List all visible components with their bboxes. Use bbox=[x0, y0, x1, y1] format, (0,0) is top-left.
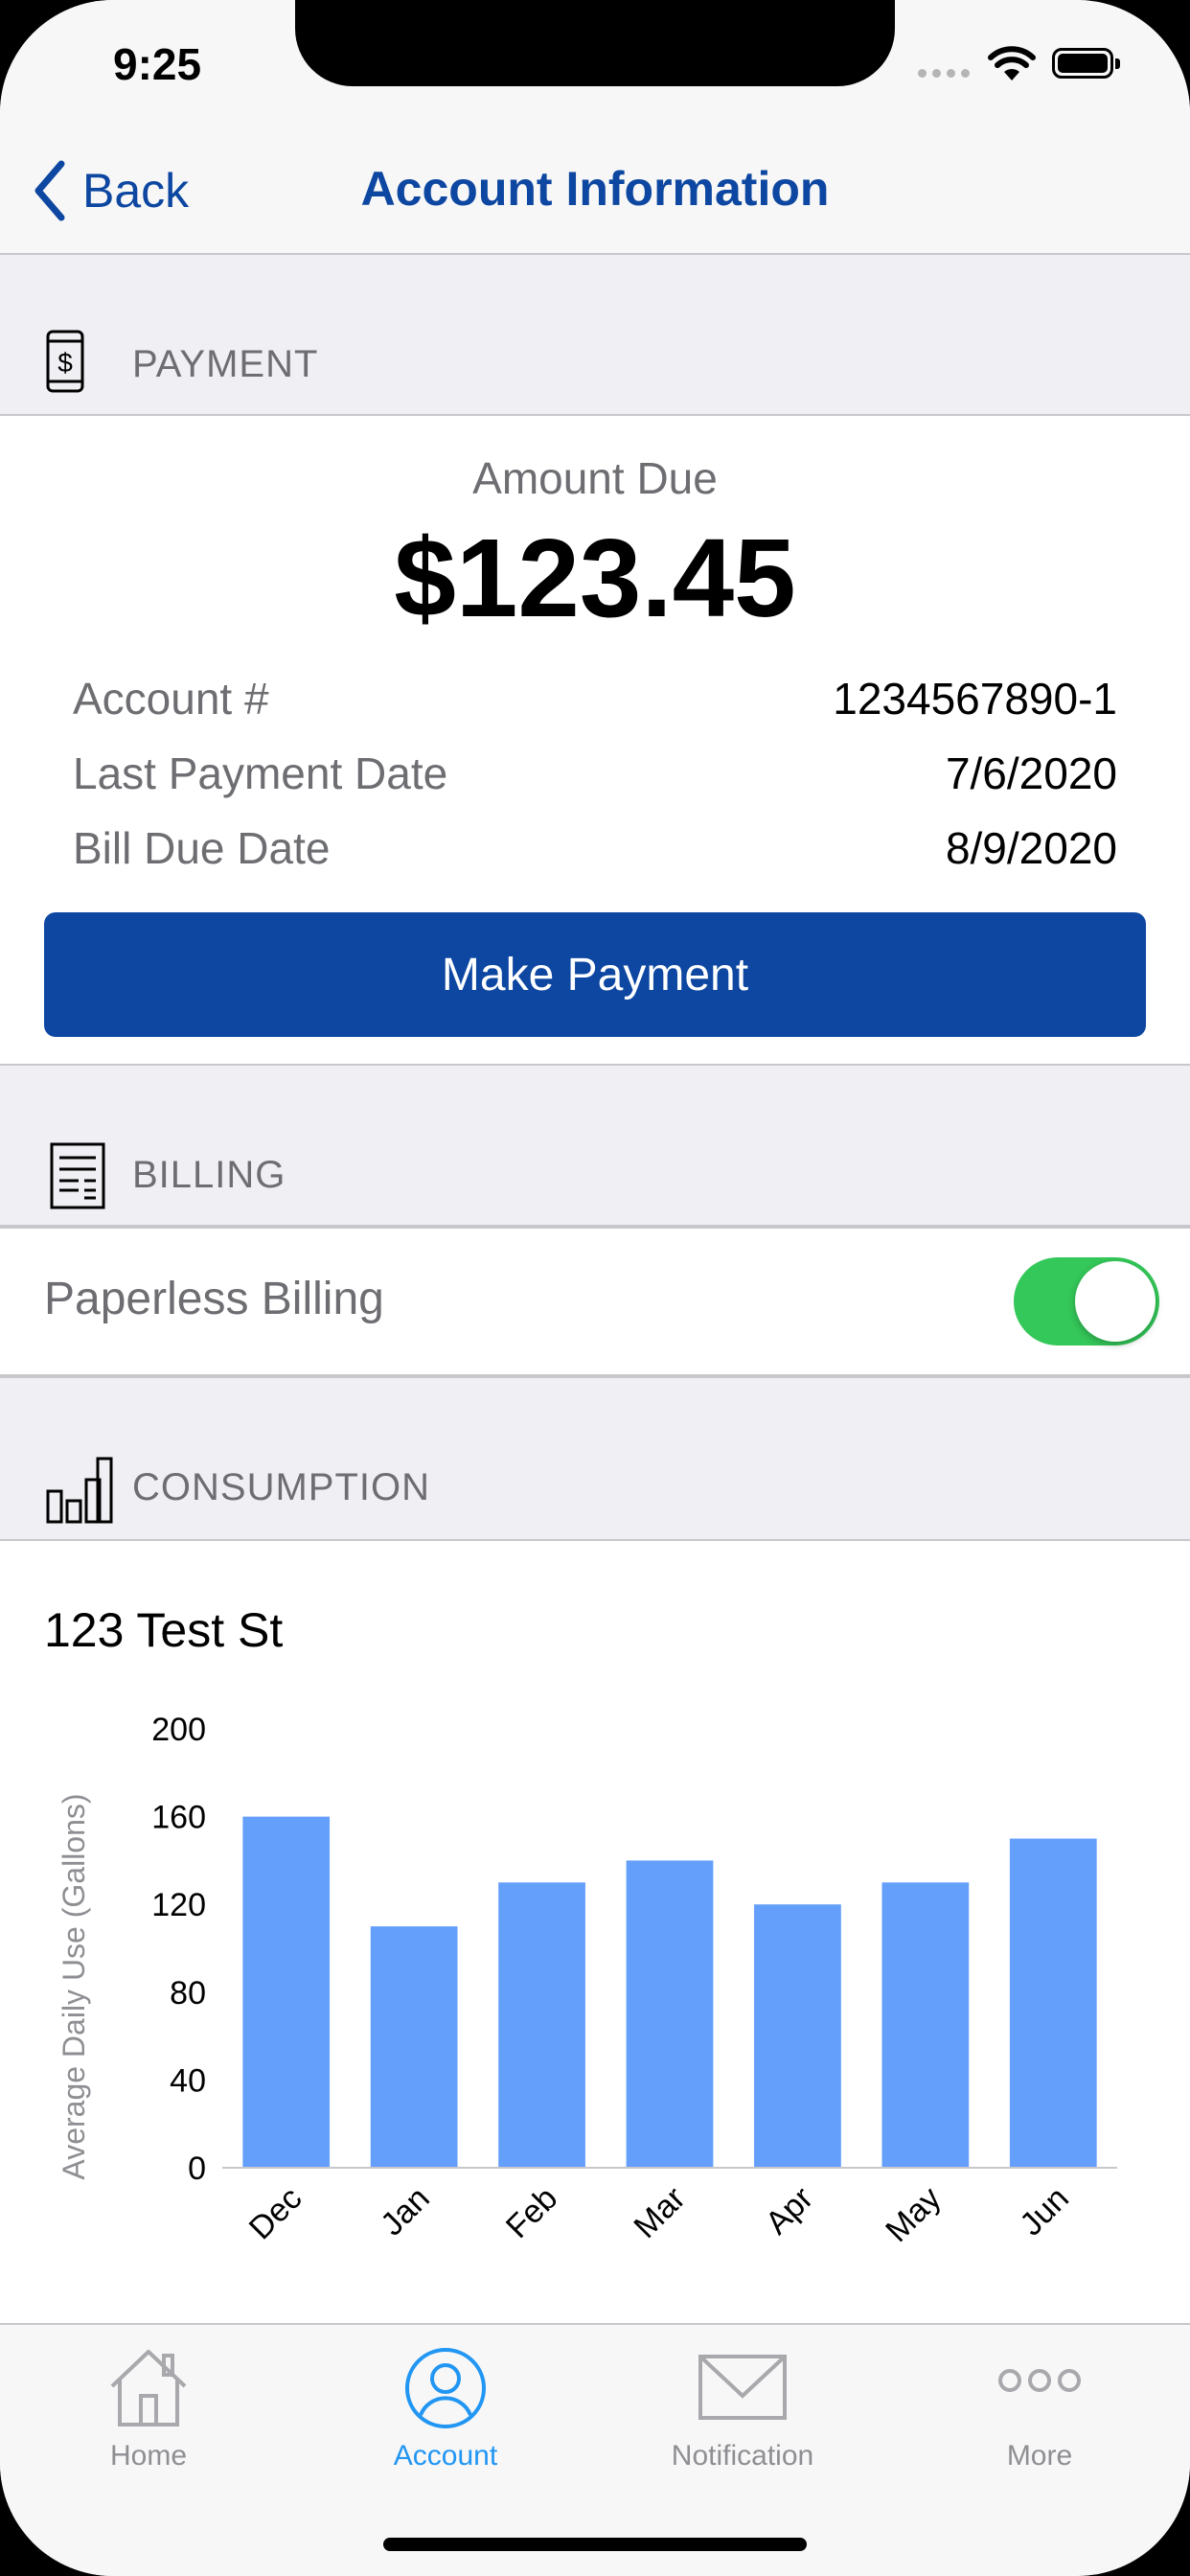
payment-section-label: PAYMENT bbox=[132, 343, 319, 385]
mobile-payment-icon: $ bbox=[46, 330, 84, 393]
bar bbox=[754, 1904, 841, 2168]
account-number-label: Account # bbox=[73, 674, 269, 724]
bar bbox=[242, 1816, 331, 2168]
y-tick-label: 200 bbox=[151, 1712, 206, 1748]
tab-label: Home bbox=[109, 2440, 188, 2472]
consumption-bar-chart: 0 40 80 120 160 200 Average Daily Use (Gallons… bbox=[57, 1712, 1117, 2249]
service-address: 123 Test St bbox=[44, 1603, 284, 1657]
toggle-knob bbox=[1075, 1261, 1156, 1342]
last-payment-date-label: Last Payment Date bbox=[73, 748, 448, 798]
navigation-bar: Back Account Information bbox=[0, 126, 1190, 255]
wifi-icon bbox=[988, 46, 1036, 80]
make-payment-button[interactable]: Make Payment bbox=[44, 912, 1146, 1037]
battery-icon bbox=[1052, 48, 1120, 79]
consumption-card: 123 Test St 0 40 80 120 160 200 Average Daily … bbox=[0, 1541, 1190, 2323]
bar-chart-icon bbox=[46, 1457, 113, 1524]
bar bbox=[1009, 1838, 1097, 2168]
consumption-section-label: CONSUMPTION bbox=[132, 1466, 430, 1508]
last-payment-date-value: 7/6/2020 bbox=[945, 748, 1117, 798]
y-tick-label: 80 bbox=[170, 1975, 206, 2012]
consumption-section-header: CONSUMPTION bbox=[0, 1378, 1190, 1539]
paperless-billing-row: Paperless Billing bbox=[0, 1229, 1190, 1374]
bar bbox=[626, 1860, 714, 2168]
bar bbox=[370, 1926, 458, 2168]
billing-section-header: BILLING bbox=[0, 1066, 1190, 1225]
x-tick-label: Jun bbox=[1013, 2180, 1076, 2243]
tab-account[interactable]: Account bbox=[297, 2325, 594, 2478]
bill-due-date-value: 8/9/2020 bbox=[945, 823, 1117, 873]
x-tick-label: May bbox=[879, 2180, 948, 2249]
bar bbox=[498, 1882, 585, 2168]
tab-label: More bbox=[1006, 2440, 1073, 2472]
tab-home[interactable]: Home bbox=[0, 2325, 297, 2478]
x-tick-label: Feb bbox=[499, 2180, 564, 2245]
page-title: Account Information bbox=[360, 162, 830, 216]
billing-section-label: BILLING bbox=[132, 1154, 286, 1196]
bill-document-icon bbox=[50, 1142, 105, 1209]
tab-more[interactable]: More bbox=[891, 2325, 1188, 2478]
svg-text:$: $ bbox=[57, 348, 73, 378]
status-time: 9:25 bbox=[113, 39, 202, 89]
amount-due-value: $123.45 bbox=[394, 516, 796, 640]
x-tick-label: Dec bbox=[242, 2180, 309, 2247]
account-icon bbox=[405, 2348, 486, 2428]
bar bbox=[881, 1882, 970, 2168]
x-tick-label: Jan bbox=[374, 2180, 437, 2243]
tab-notification[interactable]: Notification bbox=[594, 2325, 891, 2478]
paperless-billing-label: Paperless Billing bbox=[44, 1274, 384, 1324]
paperless-billing-toggle[interactable] bbox=[1014, 1257, 1159, 1346]
y-tick-label: 160 bbox=[151, 1800, 206, 1836]
payment-section-header: $ PAYMENT bbox=[0, 255, 1190, 414]
device-notch bbox=[295, 0, 895, 86]
envelope-icon bbox=[698, 2355, 787, 2420]
y-axis-label: Average Daily Use (Gallons) bbox=[57, 1793, 91, 2179]
tab-label: Notification bbox=[671, 2440, 814, 2472]
y-tick-label: 120 bbox=[151, 1887, 206, 1923]
tab-label: Account bbox=[393, 2440, 498, 2472]
home-icon bbox=[110, 2350, 187, 2426]
bill-due-date-label: Bill Due Date bbox=[73, 823, 331, 873]
app-screen: 9:25 Back Account Information $ PAYMENT bbox=[0, 0, 1190, 2576]
x-tick-label: Apr bbox=[759, 2180, 820, 2242]
y-tick-label: 40 bbox=[170, 2062, 206, 2099]
y-tick-label: 0 bbox=[188, 2150, 206, 2187]
account-number-value: 1234567890-1 bbox=[833, 674, 1117, 724]
status-bar: 9:25 bbox=[0, 0, 1190, 126]
amount-due-label: Amount Due bbox=[472, 453, 718, 503]
home-indicator bbox=[383, 2538, 807, 2551]
payment-card: Amount Due $123.45 Account # 1234567890-… bbox=[0, 416, 1190, 1064]
cellular-signal-icon bbox=[918, 65, 972, 80]
more-icon bbox=[998, 2369, 1081, 2392]
x-tick-label: Mar bbox=[627, 2180, 692, 2245]
